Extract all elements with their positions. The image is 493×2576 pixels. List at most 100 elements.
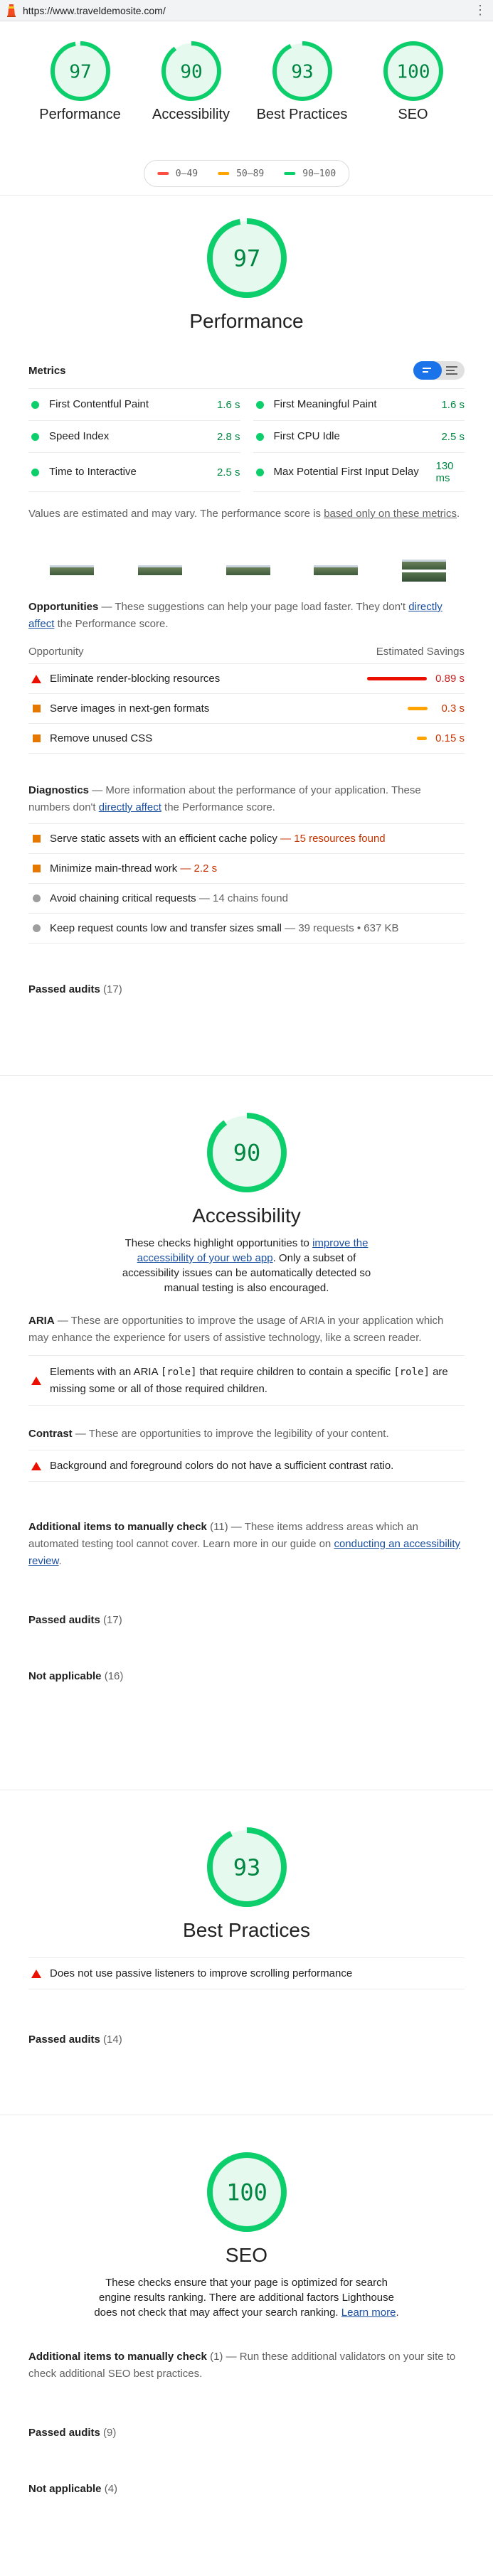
- filmstrip-frame-image: [137, 565, 182, 575]
- seo-gauge: 100: [206, 2152, 287, 2234]
- filmstrip-frame: [50, 556, 94, 584]
- passed-audits-toggle[interactable]: Passed audits (17): [28, 983, 465, 995]
- metrics-note-link[interactable]: based only on these metrics: [324, 508, 457, 520]
- savings-bar: [408, 707, 428, 710]
- performance-section: 97 Performance Metrics First Contentful …: [0, 196, 493, 1075]
- savings-bar: [367, 677, 428, 680]
- fail-triangle: [31, 1376, 41, 1385]
- aria-audits: Elements with an ARIA [role] that requir…: [28, 1355, 465, 1406]
- metrics-grid: First Contentful Paint 1.6 s First Meanin…: [28, 388, 465, 492]
- diagnostic-item[interactable]: Keep request counts low and transfer siz…: [28, 914, 465, 944]
- fail-triangle: [31, 1461, 41, 1470]
- legend-pass: 90–100: [284, 169, 336, 179]
- seo-learn-more-link[interactable]: Learn more: [341, 2307, 396, 2319]
- aria-group-description: ARIA — These are opportunities to improv…: [28, 1315, 444, 1344]
- gauge-score: 97: [69, 61, 91, 82]
- pass-icon: [31, 432, 39, 441]
- average-icon: [31, 705, 41, 712]
- summary-section: 97 Performance 90 Accessibility 93 Best Pract…: [0, 21, 493, 196]
- summary-gauge-seo[interactable]: 100 SEO: [367, 41, 460, 123]
- legend-fail-swatch: [157, 172, 169, 175]
- summary-gauge-performance[interactable]: 97 Performance: [34, 41, 127, 123]
- average-icon: [31, 865, 41, 872]
- lighthouse-icon: [6, 4, 17, 17]
- best-practices-audit-item[interactable]: Does not use passive listeners to improv…: [28, 1958, 465, 1989]
- gauge-label: SEO: [398, 107, 428, 122]
- summary-gauge-best-practices[interactable]: 93 Best Practices: [256, 41, 349, 123]
- best-practices-section: 93 Best Practices Does not use passive l…: [0, 1790, 493, 2115]
- aria-audit-item[interactable]: Elements with an ARIA [role] that requir…: [28, 1356, 465, 1406]
- filmstrip: [28, 556, 465, 584]
- filmstrip-frame-image: [226, 565, 270, 575]
- best-practices-audits: Does not use passive listeners to improv…: [28, 1957, 465, 1989]
- filmstrip-frame: [137, 556, 182, 584]
- average-square: [32, 865, 41, 872]
- kebab-menu-icon[interactable]: ⋮: [473, 3, 487, 18]
- opportunity-item[interactable]: Serve images in next-gen formats 0.3 s: [28, 694, 465, 724]
- gauge-score: 93: [291, 61, 313, 82]
- url-bar[interactable]: https://www.traveldemosite.com/: [23, 5, 473, 16]
- gauge-label: Accessibility: [152, 107, 230, 122]
- performance-gauge: 97: [206, 218, 287, 300]
- gauge-score: 97: [233, 245, 260, 272]
- manual-checks-toggle[interactable]: Additional items to manually check (1) —…: [28, 2348, 465, 2383]
- diagnostic-item[interactable]: Avoid chaining critical requests — 14 ch…: [28, 884, 465, 914]
- accessibility-section: 90 Accessibility These checks highlight …: [0, 1076, 493, 1790]
- fail-icon: [31, 1461, 41, 1470]
- gauge-score: 93: [233, 1854, 260, 1881]
- summary-gauge-accessibility[interactable]: 90 Accessibility: [145, 41, 238, 123]
- expanded-view-icon[interactable]: [445, 365, 460, 375]
- average-square: [32, 835, 41, 843]
- contrast-group-description: Contrast — These are opportunities to im…: [28, 1428, 389, 1440]
- opportunities-header: Opportunity Estimated Savings: [28, 646, 465, 664]
- diagnostics-description: Diagnostics — More information about the…: [28, 784, 421, 813]
- section-score-gauge: 90: [206, 1113, 287, 1192]
- fail-triangle: [31, 1969, 41, 1978]
- diagnostics-list: Serve static assets with an efficient ca…: [28, 823, 465, 944]
- seo-description: These checks ensure that your page is op…: [94, 2277, 399, 2319]
- filmstrip-frame-image: [50, 565, 94, 575]
- section-score-gauge: 97: [206, 218, 287, 298]
- legend-average-swatch: [218, 172, 230, 175]
- not-applicable-toggle[interactable]: Not applicable (16): [28, 1670, 465, 1682]
- passed-audits-toggle[interactable]: Passed audits (14): [28, 2033, 465, 2046]
- average-icon: [31, 835, 41, 843]
- filmstrip-frame: [226, 556, 270, 584]
- accessibility-description: These checks highlight opportunities to …: [122, 1237, 371, 1294]
- gauge-score: 90: [233, 1140, 260, 1167]
- metrics-view-toggle[interactable]: [413, 361, 465, 380]
- score-gauge: 100: [383, 41, 443, 101]
- opportunity-item[interactable]: Eliminate render-blocking resources 0.89 …: [28, 664, 465, 694]
- average-icon: [31, 734, 41, 742]
- contrast-audit-item[interactable]: Background and foreground colors do not …: [28, 1450, 465, 1482]
- diagnostics-link[interactable]: directly affect: [99, 801, 161, 813]
- metrics-note: Values are estimated and may vary. The p…: [28, 508, 460, 520]
- fail-icon: [31, 1376, 41, 1385]
- passed-audits-toggle[interactable]: Passed audits (17): [28, 1614, 465, 1626]
- diagnostic-item[interactable]: Minimize main-thread work — 2.2 s: [28, 854, 465, 884]
- gauge-label: Best Practices: [256, 107, 348, 122]
- filmstrip-frame: [314, 556, 359, 584]
- filmstrip-frame-image: [314, 565, 359, 575]
- info-dot: [32, 894, 41, 902]
- gauge-label: Performance: [39, 107, 121, 122]
- gauge-score: 90: [180, 61, 202, 82]
- gauge-score: 100: [226, 2179, 267, 2206]
- best-practices-title: Best Practices: [183, 1919, 310, 1941]
- gauge-score: 100: [396, 61, 430, 82]
- passed-audits-toggle[interactable]: Passed audits (9): [28, 2427, 465, 2439]
- score-legend: 0–49 50–89 90–100: [143, 160, 350, 187]
- metrics-heading: Metrics: [28, 364, 66, 377]
- manual-checks-toggle[interactable]: Additional items to manually check (11) …: [28, 1519, 465, 1570]
- filmstrip-frame-image: [402, 572, 446, 582]
- fail-triangle: [31, 674, 41, 683]
- seo-section: 100 SEO These checks ensure that your pa…: [0, 2115, 493, 2576]
- pass-icon: [255, 468, 264, 476]
- info-dot: [32, 924, 41, 932]
- not-applicable-toggle[interactable]: Not applicable (4): [28, 2483, 465, 2495]
- diagnostic-item[interactable]: Serve static assets with an efficient ca…: [28, 824, 465, 854]
- pass-icon: [31, 400, 39, 409]
- accessibility-title: Accessibility: [192, 1204, 301, 1226]
- compact-view-icon[interactable]: [413, 361, 442, 380]
- opportunity-item[interactable]: Remove unused CSS 0.15 s: [28, 724, 465, 754]
